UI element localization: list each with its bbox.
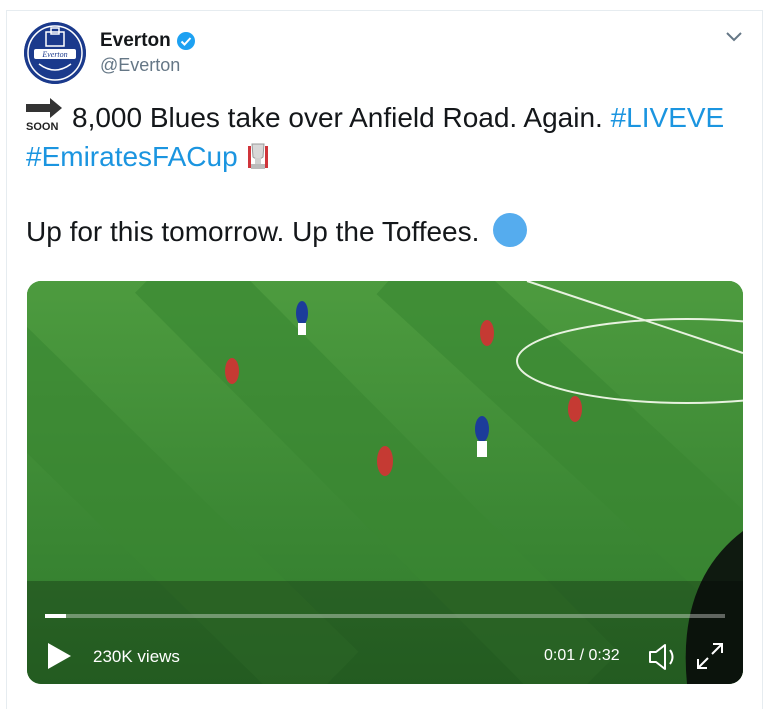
video-player[interactable]: 230K views 0:01 / 0:32 bbox=[27, 281, 743, 684]
blue-circle-icon bbox=[493, 213, 528, 247]
hashtag-liveve[interactable]: #LIVEVE bbox=[611, 102, 725, 133]
hashtag-emiratesfacup[interactable]: #EmiratesFACup bbox=[26, 141, 238, 172]
volume-icon[interactable] bbox=[647, 641, 683, 673]
tweet-text-1: 8,000 Blues take over Anfield Road. Agai… bbox=[72, 102, 611, 133]
tweet-line-1: 8,000 Blues take over Anfield Road. Agai… bbox=[72, 101, 724, 135]
svg-text:Everton: Everton bbox=[41, 50, 67, 59]
author-name[interactable]: Everton bbox=[100, 30, 196, 52]
fullscreen-icon[interactable] bbox=[695, 641, 725, 671]
fa-cup-trophy-icon bbox=[248, 143, 269, 169]
tweet-line-2: #EmiratesFACup bbox=[26, 140, 271, 174]
view-count: 230K views bbox=[93, 647, 180, 666]
avatar[interactable]: Everton bbox=[24, 22, 86, 84]
tweet-line-3: Up for this tomorrow. Up the Toffees. bbox=[26, 213, 528, 249]
video-progress-bar[interactable] bbox=[45, 614, 725, 618]
author-name-text: Everton bbox=[100, 30, 171, 51]
soon-label: SOON bbox=[26, 121, 59, 133]
video-frame bbox=[27, 281, 743, 684]
tweet-text-3: Up for this tomorrow. Up the Toffees. bbox=[26, 216, 480, 247]
soon-arrow-icon: SOON bbox=[26, 98, 64, 134]
play-icon[interactable] bbox=[45, 641, 73, 671]
video-timestamp: 0:01 / 0:32 bbox=[544, 647, 620, 664]
author-handle[interactable]: @Everton bbox=[100, 55, 180, 76]
video-progress-fill bbox=[45, 614, 67, 618]
chevron-down-icon[interactable] bbox=[725, 30, 743, 44]
verified-badge-icon bbox=[176, 32, 195, 50]
everton-crest-icon: Everton bbox=[24, 22, 86, 84]
